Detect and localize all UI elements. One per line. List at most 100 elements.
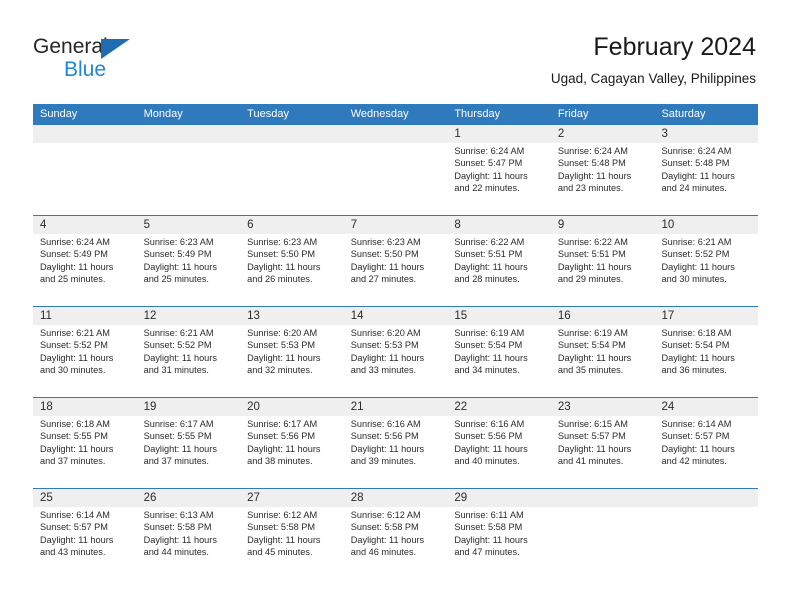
sunrise-text: Sunrise: 6:24 AM: [40, 237, 110, 247]
calendar-day-cell[interactable]: 18 Sunrise: 6:18 AM Sunset: 5:55 PM Dayligh…: [33, 398, 137, 488]
calendar-day-cell[interactable]: 2 Sunrise: 6:24 AM Sunset: 5:48 PM Daylight…: [551, 125, 655, 215]
page-title: February 2024: [593, 33, 756, 61]
daylight-text-line2: and 22 minutes.: [454, 183, 520, 194]
calendar-day-cell[interactable]: 26 Sunrise: 6:13 AM Sunset: 5:58 PM Dayligh…: [137, 489, 241, 579]
day-sun-info: Sunrise: 6:24 AM Sunset: 5:47 PM Daylight:…: [454, 145, 545, 195]
day-number: 13: [247, 310, 260, 322]
sunset-text: Sunset: 5:52 PM: [40, 340, 108, 351]
calendar-day-cell[interactable]: 5 Sunrise: 6:23 AM Sunset: 5:49 PM Daylight…: [137, 216, 241, 306]
sunset-text: Sunset: 5:58 PM: [247, 522, 316, 533]
calendar-day-cell[interactable]: 1 Sunrise: 6:24 AM Sunset: 5:47 PM Daylight…: [447, 125, 551, 215]
weekday-header-saturday: Saturday: [661, 108, 706, 120]
day-number: 1: [454, 128, 461, 140]
general-blue-logo[interactable]: General Blue: [33, 34, 213, 86]
sunrise-text: Sunrise: 6:14 AM: [661, 419, 732, 429]
day-number: 26: [143, 492, 157, 504]
calendar-day-cell[interactable]: 16 Sunrise: 6:19 AM Sunset: 5:54 PM Dayligh…: [551, 307, 655, 397]
daylight-text-line1: Daylight: 11 hours: [557, 352, 632, 363]
daylight-text-line2: and 29 minutes.: [557, 274, 624, 285]
sunrise-text: Sunrise: 6:18 AM: [661, 328, 732, 338]
daylight-text-line1: Daylight: 11 hours: [40, 534, 114, 545]
calendar-day-cell[interactable]: 19 Sunrise: 6:17 AM Sunset: 5:55 PM Dayligh…: [137, 398, 241, 488]
calendar-day-cell[interactable]: 17 Sunrise: 6:18 AM Sunset: 5:54 PM Dayligh…: [654, 307, 758, 397]
sunset-text: Sunset: 5:54 PM: [454, 340, 523, 351]
sunset-text: Sunset: 5:50 PM: [247, 249, 316, 260]
calendar-day-cell[interactable]: 29 Sunrise: 6:11 AM Sunset: 5:58 PM Dayligh…: [447, 489, 551, 579]
daylight-text-line2: and 25 minutes.: [40, 274, 106, 285]
calendar-day-cell[interactable]: 24 Sunrise: 6:14 AM Sunset: 5:57 PM Dayligh…: [654, 398, 758, 488]
daylight-text-line1: Daylight: 11 hours: [661, 261, 735, 272]
day-sun-info: Sunrise: 6:12 AM Sunset: 5:58 PM Daylight:…: [351, 509, 442, 559]
weekday-header-row: Sunday Monday Tuesday Wednesday Thursday…: [33, 104, 758, 125]
weekday-header-tuesday: Tuesday: [247, 108, 289, 120]
calendar-day-cell[interactable]: 22 Sunrise: 6:16 AM Sunset: 5:56 PM Dayligh…: [447, 398, 551, 488]
calendar-week-row: 1 Sunrise: 6:24 AM Sunset: 5:47 PM Daylight…: [33, 125, 758, 215]
day-sun-info: Sunrise: 6:13 AM Sunset: 5:58 PM Daylight:…: [144, 509, 235, 559]
calendar-week-row: 11 Sunrise: 6:21 AM Sunset: 5:52 PM Dayligh…: [33, 306, 758, 397]
sunrise-text: Sunrise: 6:21 AM: [661, 237, 732, 247]
daylight-text-line2: and 34 minutes.: [454, 365, 520, 376]
calendar-day-cell[interactable]: 4 Sunrise: 6:24 AM Sunset: 5:49 PM Daylight…: [33, 216, 137, 306]
calendar-day-cell[interactable]: 28 Sunrise: 6:12 AM Sunset: 5:58 PM Dayligh…: [344, 489, 448, 579]
calendar-day-cell[interactable]: 20 Sunrise: 6:17 AM Sunset: 5:56 PM Dayligh…: [240, 398, 344, 488]
daylight-text-line2: and 41 minutes.: [557, 456, 624, 467]
day-number: 22: [454, 401, 468, 413]
calendar-day-cell[interactable]: 13 Sunrise: 6:20 AM Sunset: 5:53 PM Dayligh…: [240, 307, 344, 397]
calendar-week-row: 18 Sunrise: 6:18 AM Sunset: 5:55 PM Dayligh…: [33, 397, 758, 488]
weekday-header-wednesday: Wednesday: [350, 108, 409, 120]
daylight-text-line1: Daylight: 11 hours: [350, 352, 425, 363]
sunset-text: Sunset: 5:49 PM: [40, 249, 108, 260]
sunrise-text: Sunrise: 6:20 AM: [350, 328, 421, 338]
sunset-text: Sunset: 5:51 PM: [454, 249, 523, 260]
calendar-day-cell[interactable]: 21 Sunrise: 6:16 AM Sunset: 5:56 PM Dayligh…: [344, 398, 448, 488]
sunrise-text: Sunrise: 6:18 AM: [40, 419, 110, 429]
calendar-day-cell[interactable]: 3 Sunrise: 6:24 AM Sunset: 5:48 PM Daylight…: [654, 125, 758, 215]
sunrise-text: Sunrise: 6:23 AM: [143, 237, 214, 247]
day-number: 12: [143, 310, 157, 322]
sunset-text: Sunset: 5:56 PM: [454, 431, 523, 442]
calendar-day-cell[interactable]: 14 Sunrise: 6:20 AM Sunset: 5:53 PM Dayligh…: [344, 307, 448, 397]
daylight-text-line2: and 35 minutes.: [557, 365, 624, 376]
daylight-text-line2: and 25 minutes.: [143, 274, 209, 285]
daylight-text-line2: and 27 minutes.: [350, 274, 417, 285]
daylight-text-line1: Daylight: 11 hours: [40, 443, 114, 454]
calendar-day-cell[interactable]: 15 Sunrise: 6:19 AM Sunset: 5:54 PM Dayligh…: [447, 307, 551, 397]
calendar-week-row: 4 Sunrise: 6:24 AM Sunset: 5:49 PM Daylight…: [33, 215, 758, 306]
day-sun-info: Sunrise: 6:14 AM Sunset: 5:57 PM Daylight:…: [40, 509, 131, 559]
day-sun-info: Sunrise: 6:23 AM Sunset: 5:49 PM Daylight:…: [144, 236, 235, 286]
day-number: 21: [350, 401, 364, 413]
sunset-text: Sunset: 5:55 PM: [143, 431, 212, 442]
calendar-day-cell[interactable]: 10 Sunrise: 6:21 AM Sunset: 5:52 PM Dayligh…: [654, 216, 758, 306]
day-number: 20: [247, 401, 260, 413]
sunrise-text: Sunrise: 6:14 AM: [40, 510, 110, 520]
daylight-text-line2: and 42 minutes.: [661, 456, 727, 467]
calendar-page: General Blue February 2024 Ugad, Cagayan…: [0, 0, 792, 612]
sunset-text: Sunset: 5:56 PM: [247, 431, 316, 442]
sunset-text: Sunset: 5:58 PM: [143, 522, 212, 533]
day-sun-info: Sunrise: 6:18 AM Sunset: 5:54 PM Daylight:…: [661, 327, 752, 377]
title-block: February 2024 Ugad, Cagayan Valley, Phil…: [551, 32, 756, 87]
calendar-day-cell[interactable]: 23 Sunrise: 6:15 AM Sunset: 5:57 PM Dayligh…: [551, 398, 655, 488]
day-number: 19: [143, 401, 157, 413]
calendar-day-cell[interactable]: 25 Sunrise: 6:14 AM Sunset: 5:57 PM Dayligh…: [33, 489, 137, 579]
day-sun-info: Sunrise: 6:21 AM Sunset: 5:52 PM Daylight:…: [40, 327, 131, 377]
calendar-day-cell[interactable]: 7 Sunrise: 6:23 AM Sunset: 5:50 PM Daylight…: [344, 216, 448, 306]
day-number: 2: [557, 128, 565, 140]
day-number: 24: [661, 401, 675, 413]
calendar-day-cell[interactable]: 12 Sunrise: 6:21 AM Sunset: 5:52 PM Dayligh…: [137, 307, 241, 397]
daylight-text-line2: and 31 minutes.: [143, 365, 209, 376]
calendar-day-cell[interactable]: 6 Sunrise: 6:23 AM Sunset: 5:50 PM Daylight…: [240, 216, 344, 306]
calendar-day-cell-empty: [240, 125, 344, 215]
day-sun-info: Sunrise: 6:17 AM Sunset: 5:56 PM Daylight:…: [247, 418, 338, 468]
day-number: 28: [350, 492, 364, 504]
calendar-day-cell[interactable]: 27 Sunrise: 6:12 AM Sunset: 5:58 PM Dayligh…: [240, 489, 344, 579]
day-sun-info: Sunrise: 6:19 AM Sunset: 5:54 PM Daylight:…: [558, 327, 649, 377]
calendar-day-cell[interactable]: 8 Sunrise: 6:22 AM Sunset: 5:51 PM Daylight…: [447, 216, 551, 306]
daylight-text-line2: and 32 minutes.: [247, 365, 313, 376]
sunrise-text: Sunrise: 6:21 AM: [143, 328, 214, 338]
sunrise-text: Sunrise: 6:17 AM: [143, 419, 214, 429]
sunset-text: Sunset: 5:51 PM: [557, 249, 626, 260]
calendar-day-cell[interactable]: 9 Sunrise: 6:22 AM Sunset: 5:51 PM Daylight…: [551, 216, 655, 306]
daylight-text-line1: Daylight: 11 hours: [247, 534, 321, 545]
calendar-day-cell[interactable]: 11 Sunrise: 6:21 AM Sunset: 5:52 PM Dayligh…: [33, 307, 137, 397]
